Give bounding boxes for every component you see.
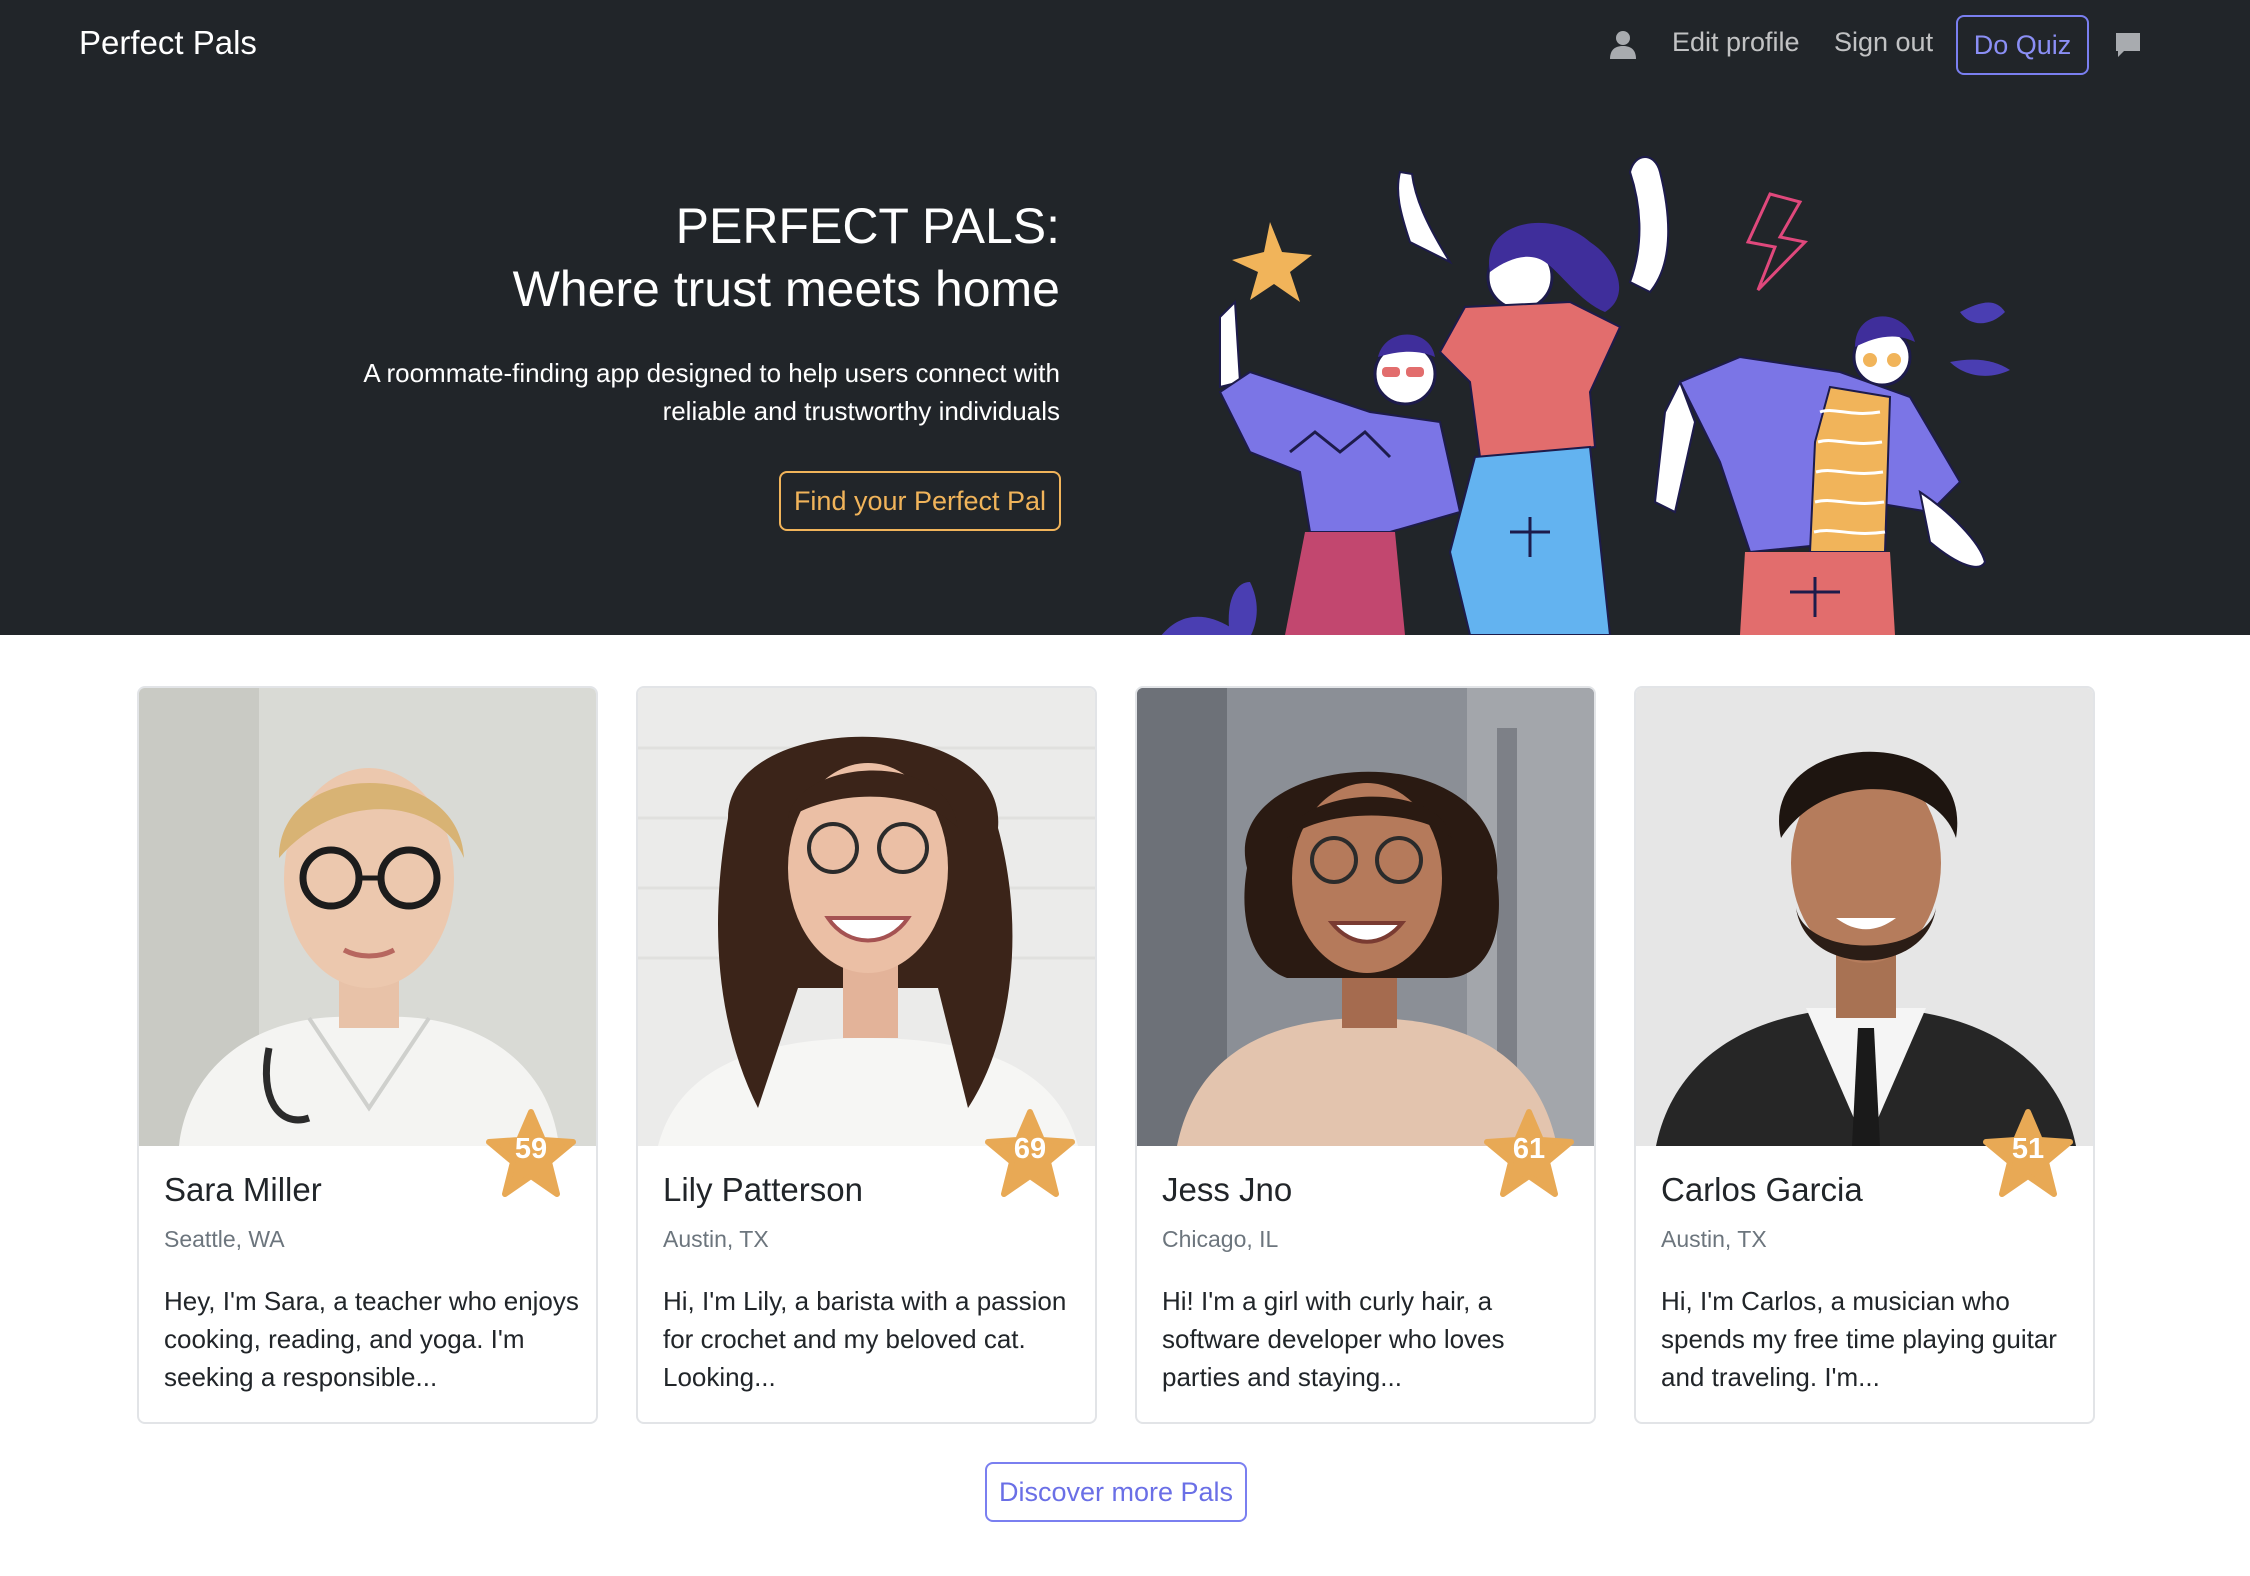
profile-photo [638, 688, 1095, 1146]
profile-name: Carlos Garcia [1661, 1171, 1863, 1208]
navbar: Perfect Pals Edit profile Sign out Do Qu… [0, 0, 2250, 92]
brand-logo[interactable]: Perfect Pals [79, 24, 257, 62]
match-score: 51 [2011, 1133, 2045, 1165]
profile-name: Sara Miller [164, 1171, 322, 1208]
profile-photo [1636, 688, 2093, 1146]
hero-title-line2: Where trust meets home [512, 261, 1060, 317]
profile-bio: Hi! I'm a girl with curly hair, a softwa… [1162, 1286, 1505, 1392]
sign-out-link[interactable]: Sign out [1834, 27, 1933, 58]
profile-name: Lily Patterson [663, 1171, 863, 1208]
do-quiz-button[interactable]: Do Quiz [1956, 15, 2089, 75]
discover-more-button[interactable]: Discover more Pals [985, 1462, 1247, 1522]
hero-section: PERFECT PALS: Where trust meets home A r… [0, 92, 2250, 635]
profile-location: Seattle, WA [164, 1226, 285, 1252]
match-score: 59 [514, 1133, 548, 1165]
profile-card[interactable]: 51 Carlos Garcia Austin, TX Hi, I'm Carl… [1634, 686, 2095, 1424]
edit-profile-link[interactable]: Edit profile [1672, 27, 1800, 58]
match-score: 61 [1512, 1133, 1546, 1165]
profile-name: Jess Jno [1162, 1171, 1293, 1208]
profile-photo [1137, 688, 1594, 1146]
hero-subtitle: A roommate-finding app designed to help … [363, 358, 1060, 426]
profile-location: Chicago, IL [1162, 1226, 1279, 1252]
hero-title-line1: PERFECT PALS: [675, 198, 1060, 254]
profile-location: Austin, TX [1661, 1226, 1767, 1252]
profile-card[interactable]: 61 Jess Jno Chicago, IL Hi! I'm a girl w… [1135, 686, 1596, 1424]
person-icon[interactable] [1606, 28, 1640, 62]
profile-bio: Hey, I'm Sara, a teacher who enjoys cook… [164, 1286, 579, 1392]
find-perfect-pal-button[interactable]: Find your Perfect Pal [779, 471, 1061, 531]
match-score: 69 [1013, 1133, 1047, 1165]
chat-bubble-icon[interactable] [2113, 30, 2143, 60]
profile-location: Austin, TX [663, 1226, 769, 1252]
profile-photo [139, 688, 596, 1146]
profile-card[interactable]: 59 Sara Miller Seattle, WA Hey, I'm Sara… [137, 686, 598, 1424]
three-dancing-friends-illustration [1161, 156, 2010, 635]
hero-title: PERFECT PALS: Where trust meets home [513, 195, 1060, 321]
profile-bio: Hi, I'm Lily, a barista with a passion f… [663, 1286, 1067, 1392]
profile-bio: Hi, I'm Carlos, a musician who spends my… [1661, 1286, 2057, 1392]
profile-card[interactable]: 69 Lily Patterson Austin, TX Hi, I'm Lil… [636, 686, 1097, 1424]
